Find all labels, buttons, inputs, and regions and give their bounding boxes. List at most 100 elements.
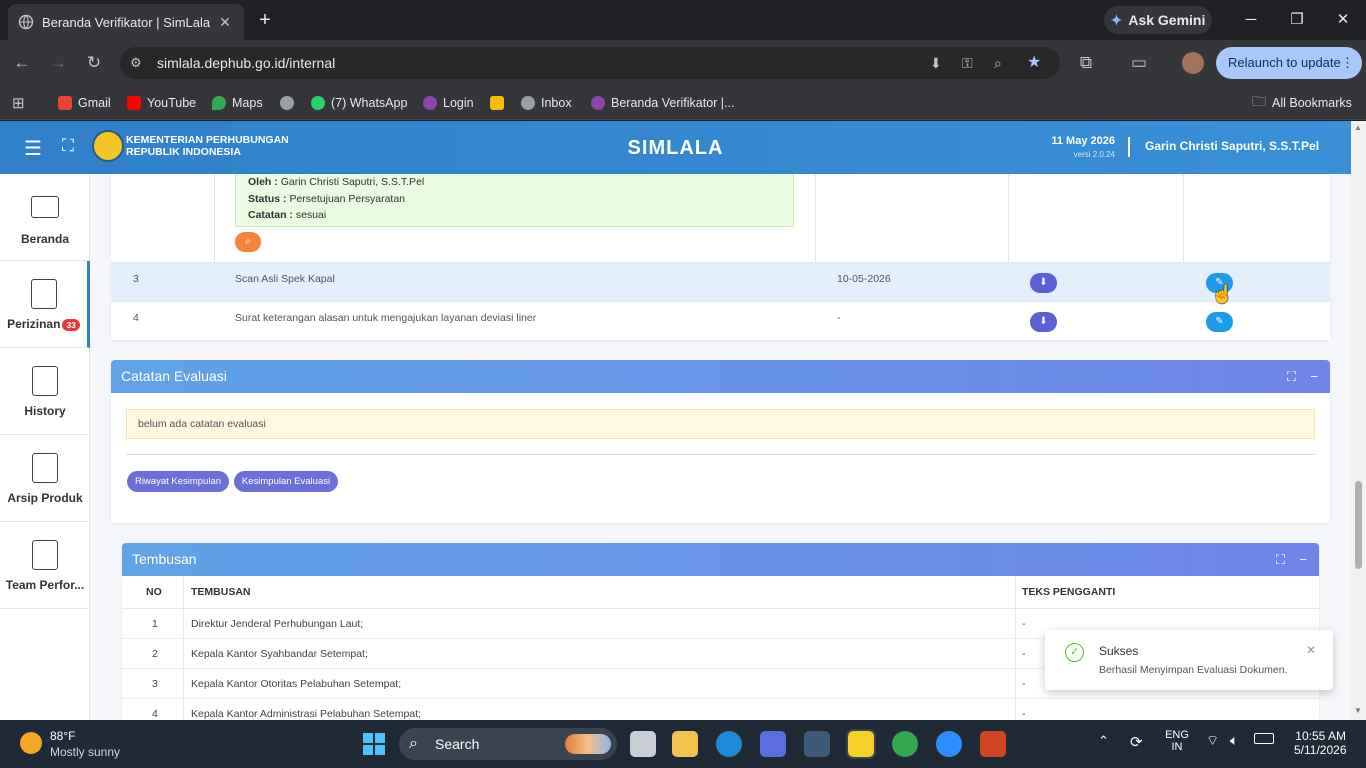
more-menu-icon[interactable]: ⋮ <box>1341 47 1354 79</box>
search-icon: ⌕ <box>409 735 418 752</box>
apps-grid-icon[interactable]: ⊞ <box>12 94 25 112</box>
bookmark-youtube[interactable]: YouTube <box>127 94 196 112</box>
ask-gemini-label: Ask Gemini <box>1128 12 1206 28</box>
weather-desc[interactable]: Mostly sunny <box>50 745 120 759</box>
close-tab-icon[interactable]: ✕ <box>216 14 234 31</box>
bookmark-beranda-verifikator[interactable]: Beranda Verifikator |... <box>591 94 734 112</box>
collapse-icon[interactable]: − <box>1299 543 1307 576</box>
document-icon <box>32 540 58 570</box>
minimize-window-button[interactable]: ─ <box>1236 8 1266 32</box>
bookmark-star-icon[interactable]: ★ <box>1027 47 1041 79</box>
bookmark-inbox[interactable]: Inbox <box>521 94 572 112</box>
header-date: 11 May 2026 <box>1051 135 1115 147</box>
download-button[interactable]: ⬇ <box>1030 312 1057 332</box>
taskbar-search-label: Search <box>435 736 480 752</box>
language-indicator[interactable]: ENG IN <box>1164 729 1190 753</box>
divider <box>126 454 1315 455</box>
close-toast-icon[interactable]: ✕ <box>1306 643 1316 657</box>
search-highlight-image <box>565 734 611 754</box>
sidebar-item-beranda[interactable]: Beranda <box>0 174 90 261</box>
edit-button[interactable]: ✎ <box>1206 312 1233 332</box>
user-name[interactable]: Garin Christi Saputri, S.S.T.Pel <box>1145 139 1319 153</box>
taskbar-search[interactable]: ⌕ Search <box>399 728 617 760</box>
approval-note: Oleh : Garin Christi Saputri, S.S.T.Pel … <box>235 174 794 227</box>
search-note-button[interactable]: ⌕ <box>235 232 261 252</box>
header-divider <box>1128 137 1130 157</box>
show-hidden-icons[interactable]: ⌃ <box>1098 733 1109 749</box>
table-row: 4 Surat keterangan alasan untuk mengajuk… <box>111 301 1330 340</box>
bookmark-login[interactable]: Login <box>423 94 474 112</box>
sidebar-item-history[interactable]: History <box>0 348 90 435</box>
wifi-icon[interactable]: ⌔ <box>1206 732 1219 750</box>
catatan-evaluasi-card: Catatan Evaluasi ⛶ − belum ada catatan e… <box>111 360 1330 523</box>
scroll-down-icon[interactable]: ▼ <box>1354 706 1362 715</box>
bookmark-pinwheel[interactable] <box>490 94 504 112</box>
task-view-icon[interactable] <box>630 731 656 757</box>
sidebar-item-arsip-produk[interactable]: Arsip Produk <box>0 435 90 522</box>
download-button[interactable]: ⬇ <box>1030 273 1057 293</box>
check-circle-icon: ✓ <box>1065 643 1084 662</box>
bookmark-maps[interactable]: Maps <box>212 94 263 112</box>
chrome-icon[interactable] <box>892 731 918 757</box>
profile-avatar[interactable] <box>1182 52 1204 74</box>
reload-icon[interactable]: ↻ <box>82 51 106 75</box>
bookmark-whatsapp[interactable]: (7) WhatsApp <box>311 94 407 112</box>
back-icon[interactable]: ← <box>10 51 34 75</box>
relaunch-to-update-button[interactable]: Relaunch to update ⋮ <box>1216 47 1362 79</box>
extensions-icon[interactable]: ⧉ <box>1074 51 1098 75</box>
zoom-icon[interactable] <box>936 731 962 757</box>
volume-icon[interactable]: 🔈︎ <box>1230 732 1238 749</box>
kesimpulan-evaluasi-button[interactable]: Kesimpulan Evaluasi <box>234 471 338 492</box>
sync-icon[interactable]: ⟳ <box>1130 733 1143 751</box>
table-row: 4 Kepala Kantor Administrasi Pelabuhan S… <box>152 708 1026 720</box>
all-bookmarks[interactable]: 🗀 All Bookmarks <box>1252 93 1352 112</box>
password-key-icon[interactable]: ⚿ <box>962 47 973 79</box>
windows-start-icon[interactable] <box>362 732 386 756</box>
sidebar-item-perizinan[interactable]: Perizinan 33 <box>0 261 90 348</box>
folder-icon: 🗀 <box>1252 93 1266 109</box>
new-tab-button[interactable]: + <box>255 8 275 32</box>
app-icon[interactable] <box>760 731 786 757</box>
bookmark-gmail[interactable]: Gmail <box>58 94 111 112</box>
file-explorer-icon[interactable] <box>672 731 698 757</box>
sidebar-item-team-performance[interactable]: Team Perfor... <box>0 522 90 609</box>
document-icon <box>32 453 58 483</box>
maps-icon <box>212 96 226 110</box>
youtube-icon <box>127 96 141 110</box>
weather-sun-icon[interactable] <box>20 732 42 754</box>
pinwheel-icon <box>490 96 504 110</box>
riwayat-kesimpulan-button[interactable]: Riwayat Kesimpulan <box>127 471 229 492</box>
scroll-up-icon[interactable]: ▲ <box>1354 123 1362 132</box>
expand-icon[interactable]: ⛶ <box>1287 360 1296 393</box>
ask-gemini-button[interactable]: ✦ Ask Gemini <box>1104 6 1212 34</box>
address-bar[interactable]: ⚙ simlala.dephub.go.id/internal ⬇ ⚿ ⌕ ★ <box>120 47 1060 79</box>
zoom-icon[interactable]: ⌕ <box>994 47 1002 79</box>
restore-window-button[interactable]: ❐ <box>1282 8 1312 32</box>
bookmarks-bar: ⊞ Gmail YouTube Maps (7) WhatsApp Login … <box>0 86 1366 120</box>
globe-icon <box>280 96 294 110</box>
weather-temp[interactable]: 88°F <box>50 729 75 743</box>
edge-icon[interactable] <box>716 731 742 757</box>
globe-icon <box>18 14 34 30</box>
forward-icon[interactable]: → <box>46 51 70 75</box>
page-scrollbar[interactable]: ▲ ▼ <box>1351 121 1366 720</box>
close-window-button[interactable]: ✕ <box>1328 8 1358 32</box>
expand-icon[interactable]: ⛶ <box>1276 543 1285 576</box>
inbox-icon <box>521 96 535 110</box>
download-icon: ⬇ <box>1039 316 1048 327</box>
install-app-icon[interactable]: ⬇ <box>930 47 942 79</box>
camera-icon[interactable] <box>804 731 830 757</box>
whatsapp-icon <box>311 96 325 110</box>
app-header: ☰ ⛶ KEMENTERIAN PERHUBUNGAN REPUBLIK IND… <box>0 121 1351 174</box>
tab-search-icon[interactable]: ▭ <box>1127 51 1151 75</box>
collapse-icon[interactable]: − <box>1310 360 1318 393</box>
powerpoint-icon[interactable] <box>980 731 1006 757</box>
bookmark-globe[interactable] <box>280 94 294 112</box>
scrollbar-thumb[interactable] <box>1355 481 1362 569</box>
clock[interactable]: 10:55 AM 5/11/2026 <box>1294 729 1347 757</box>
sticky-notes-icon[interactable] <box>846 729 876 759</box>
battery-icon[interactable] <box>1254 733 1274 744</box>
site-info-icon[interactable]: ⚙ <box>130 47 142 79</box>
browser-tab[interactable]: Beranda Verifikator | SimLala ✕ <box>8 4 244 40</box>
hand-cursor-icon: ☝ <box>1211 284 1234 304</box>
